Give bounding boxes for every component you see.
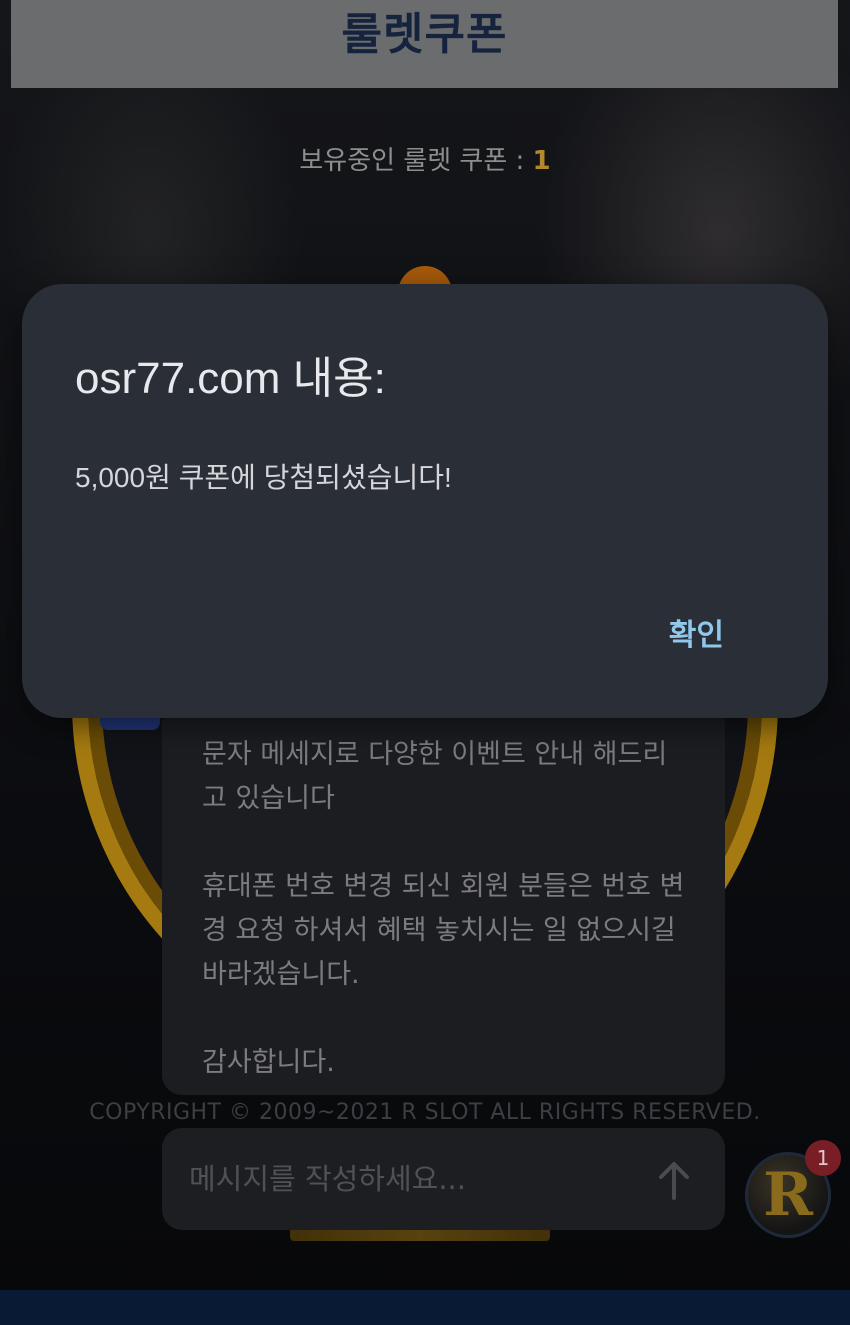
- dialog-message: 5,000원 쿠폰에 당첨되셨습니다!: [75, 462, 452, 493]
- coupon-count: 1: [532, 146, 551, 176]
- chat-paragraph: 문자 메세지로 다양한 이벤트 안내 해드리고 있습니다: [202, 739, 668, 814]
- confirm-button[interactable]: 확인: [669, 610, 724, 654]
- dialog-title: osr77.com 내용:: [75, 354, 386, 403]
- chat-paragraph: 감사합니다.: [202, 1047, 335, 1078]
- notification-badge: 1: [805, 1140, 841, 1176]
- chat-message-card: 문자 메세지로 다양한 이벤트 안내 해드리고 있습니다 휴대폰 번호 변경 되…: [162, 705, 725, 1095]
- send-button[interactable]: [645, 1152, 703, 1208]
- coupon-status-label: 보유중인 룰렛 쿠폰 :: [299, 146, 533, 176]
- alert-dialog: osr77.com 내용: 5,000원 쿠폰에 당첨되셨습니다! 확인: [22, 284, 828, 718]
- page-title: 룰렛쿠폰: [341, 9, 508, 60]
- arrow-up-icon: [659, 1162, 689, 1200]
- bottom-bar: [0, 1290, 850, 1325]
- copyright-text: COPYRIGHT © 2009~2021 R SLOT ALL RIGHTS …: [89, 1100, 761, 1125]
- message-input[interactable]: [187, 1152, 621, 1206]
- avatar-letter: R: [763, 1160, 813, 1230]
- chat-composer: [162, 1128, 725, 1230]
- page-header: 룰렛쿠폰: [11, 0, 838, 88]
- coupon-status: 보유중인 룰렛 쿠폰 : 1: [0, 140, 850, 177]
- chat-paragraph: 휴대폰 번호 변경 되신 회원 분들은 번호 변경 요청 하셔서 혜택 놓치시는…: [202, 871, 685, 990]
